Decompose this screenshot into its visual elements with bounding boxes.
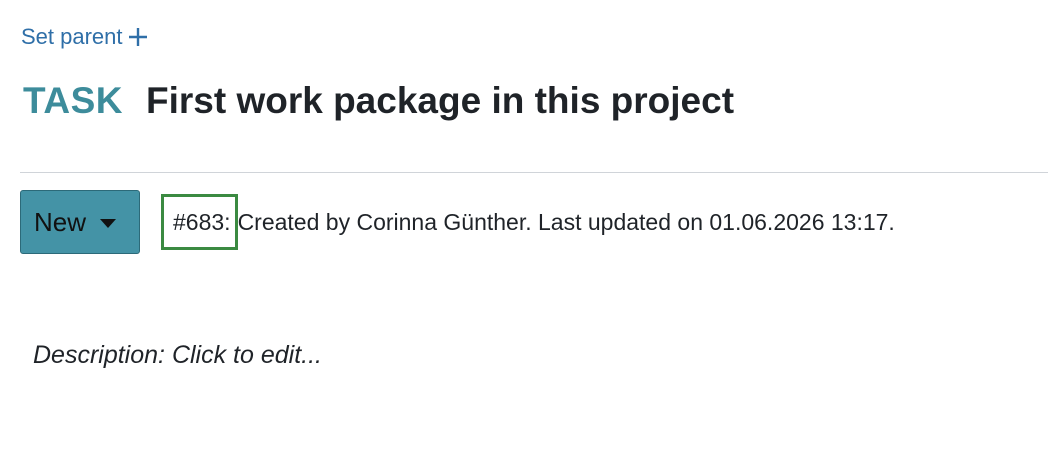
status-dropdown-button[interactable]: New [20,190,140,254]
set-parent-label: Set parent [21,24,123,49]
work-package-id[interactable]: #683: [161,194,238,250]
work-package-meta: #683: Created by Corinna Günther. Last u… [161,194,895,250]
work-package-title-row: TASK First work package in this project [23,80,734,122]
plus-icon [127,26,149,48]
work-package-subject[interactable]: First work package in this project [146,80,734,122]
description-field[interactable]: Description: Click to edit... [33,341,322,370]
caret-down-icon [100,218,117,228]
status-row: New #683: Created by Corinna Günther. La… [20,190,895,254]
created-updated-info: Created by Corinna Günther. Last updated… [237,209,895,235]
divider [20,172,1048,173]
status-label: New [34,206,87,237]
set-parent-link[interactable]: Set parent [21,22,149,52]
work-package-type[interactable]: TASK [23,80,123,122]
